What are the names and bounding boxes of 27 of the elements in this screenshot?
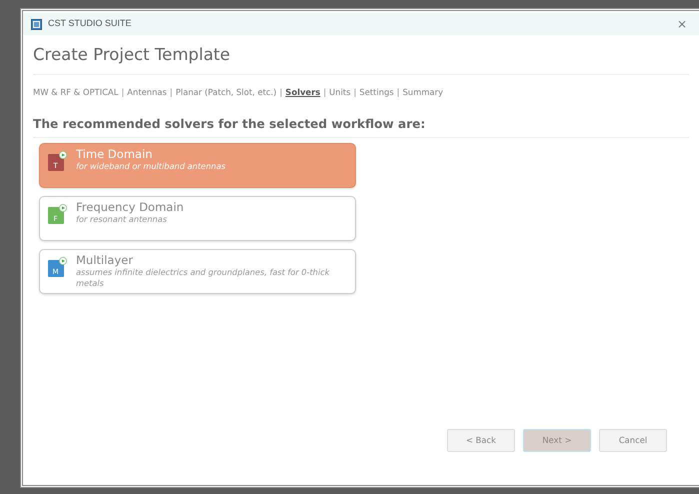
solver-description: assumes infinite dielectrics and groundplanes, fast for 0-thick metals [76,267,330,288]
solver-name: Multilayer [76,254,134,268]
breadcrumb-link[interactable]: Settings [359,86,394,98]
solver-description: for resonant antennas [76,214,168,225]
dialog-button[interactable]: Cancel [599,429,667,452]
breadcrumb-link[interactable]: MW & RF & OPTICAL [33,86,118,98]
solver-name: Frequency Domain [76,200,184,214]
dialog-button[interactable]: Next > [523,429,591,452]
window-title: CST STUDIO SUITE [48,17,132,30]
section-heading: The recommended solvers for the selected workflow are: [33,115,689,138]
dialog-button[interactable]: < Back [447,429,515,452]
separator: | [121,86,124,98]
solver-name: Time Domain [76,148,154,162]
separator: | [354,86,356,98]
close-button[interactable]: × [672,18,691,30]
breadcrumb-link[interactable]: Units [329,86,351,98]
page-heading: Create Project Template [33,43,689,75]
separator: | [170,86,173,98]
breadcrumb-link[interactable]: Antennas [127,86,167,98]
separator: | [396,86,400,98]
breadcrumb-link[interactable]: Summary [402,86,444,98]
app-icon [31,18,42,30]
breadcrumb-link[interactable]: Planar (Patch, Slot, etc.) [176,86,277,98]
separator: | [323,86,326,98]
breadcrumb-link[interactable]: Solvers [285,86,320,98]
solver-description: for wideband or multiband antennas [76,161,226,172]
separator: | [280,86,282,98]
